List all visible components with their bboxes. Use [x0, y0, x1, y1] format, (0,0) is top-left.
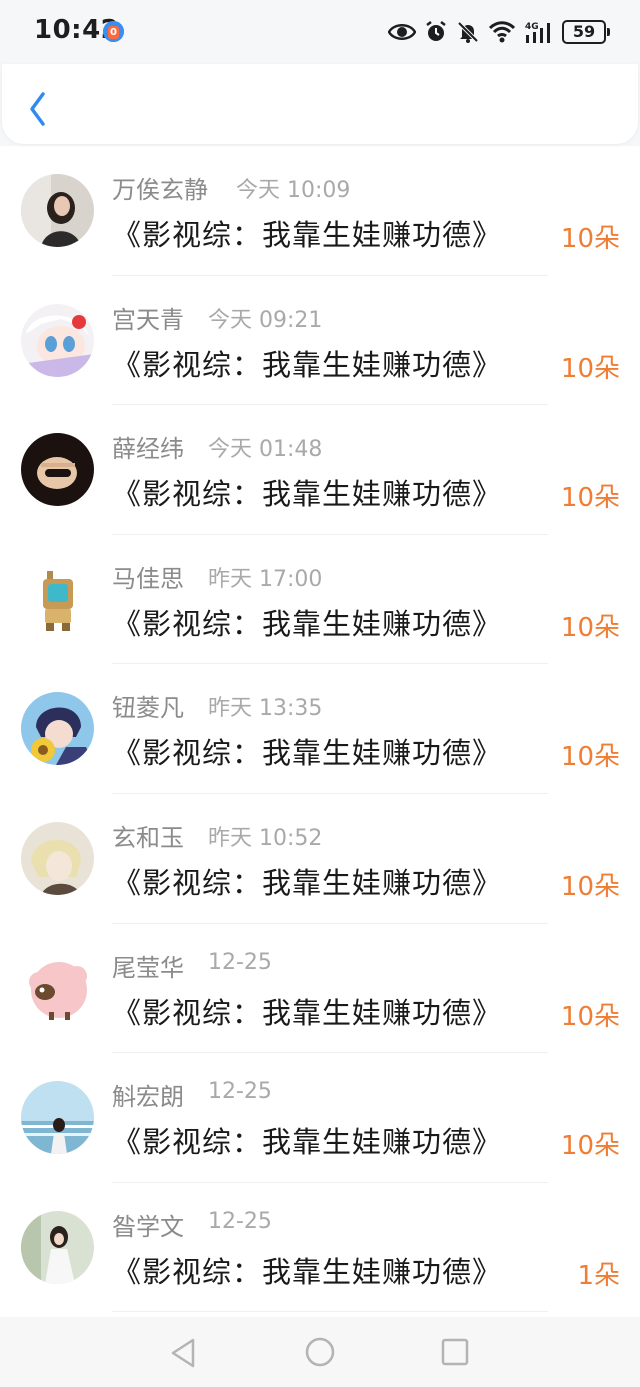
flower-count: 10朵	[560, 1131, 620, 1162]
anime-boy-sunflower-avatar[interactable]	[21, 692, 94, 766]
list-item[interactable]: 斛宏朗 12-25 《影视综：我靠生娃赚功德》 10朵	[0, 1053, 640, 1183]
seaside-girl-avatar[interactable]	[21, 1081, 94, 1155]
gift-record-list: 万俟玄静 今天 10:09 《影视综：我靠生娃赚功德》 10朵 宫天青 今天 0…	[0, 146, 640, 1313]
book-title[interactable]: 《影视综：我靠生娃赚功德》	[112, 990, 502, 1032]
book-title[interactable]: 《影视综：我靠生娃赚功德》	[112, 601, 502, 643]
flower-count: 10朵	[560, 353, 620, 384]
list-item[interactable]: 昝学文 12-25 《影视综：我靠生娃赚功德》 1朵	[0, 1183, 640, 1313]
app-notification-icon: 0	[103, 21, 124, 42]
flower-count: 1朵	[577, 1260, 620, 1291]
user-name[interactable]: 薛经纬	[112, 429, 184, 464]
wifi-icon	[488, 21, 516, 43]
user-name[interactable]: 万俟玄静	[112, 170, 208, 205]
list-item[interactable]: 马佳思 昨天 17:00 《影视综：我靠生娃赚功德》 10朵	[0, 535, 640, 665]
system-nav-bar	[0, 1317, 640, 1387]
gift-time: 12-25	[208, 1079, 272, 1105]
pink-sheep-avatar[interactable]	[21, 951, 94, 1025]
gift-time: 昨天 17:00	[208, 566, 323, 592]
nav-home-icon[interactable]	[304, 1336, 336, 1368]
back-button[interactable]	[22, 89, 54, 129]
gift-time: 昨天 13:35	[208, 696, 323, 722]
nav-recent-icon[interactable]	[441, 1338, 469, 1366]
signal-icon: 4G	[525, 22, 550, 43]
user-name[interactable]: 宫天青	[112, 300, 184, 335]
svg-text:4G: 4G	[525, 22, 539, 32]
user-name[interactable]: 马佳思	[112, 559, 184, 594]
list-item[interactable]: 宫天青 今天 09:21 《影视综：我靠生娃赚功德》 10朵	[0, 276, 640, 406]
flower-count: 10朵	[560, 224, 620, 254]
user-name[interactable]: 斛宏朗	[112, 1077, 184, 1112]
user-name[interactable]: 玄和玉	[112, 818, 184, 853]
gift-time: 12-25	[208, 1208, 272, 1234]
header-card	[2, 64, 638, 144]
mute-bell-icon	[457, 21, 479, 43]
battery-icon: 59	[562, 20, 610, 44]
gift-time: 12-25	[208, 949, 272, 975]
girl-photo-avatar[interactable]	[21, 174, 94, 247]
flower-count: 10朵	[560, 483, 620, 514]
list-item[interactable]: 万俟玄静 今天 10:09 《影视综：我靠生娃赚功德》 10朵	[0, 146, 640, 276]
header	[0, 64, 640, 146]
eye-icon	[388, 24, 416, 40]
status-icons: 4G 59	[388, 18, 610, 46]
user-name[interactable]: 钮菱凡	[112, 688, 184, 723]
gift-time: 今天 10:09	[236, 178, 351, 203]
divider	[112, 1311, 548, 1313]
flower-count: 10朵	[560, 742, 620, 773]
gift-time: 今天 01:48	[208, 437, 323, 463]
white-dress-girl-avatar[interactable]	[21, 1210, 94, 1284]
nav-back-icon[interactable]	[170, 1338, 196, 1368]
list-item[interactable]: 薛经纬 今天 01:48 《影视综：我靠生娃赚功德》 10朵	[0, 405, 640, 535]
flower-count: 10朵	[560, 1001, 620, 1032]
book-title[interactable]: 《影视综：我靠生娃赚功德》	[112, 342, 502, 384]
user-name[interactable]: 尾莹华	[112, 948, 184, 983]
anime-girl-avatar[interactable]	[21, 303, 94, 377]
book-title[interactable]: 《影视综：我靠生娃赚功德》	[112, 212, 502, 254]
list-item[interactable]: 尾莹华 12-25 《影视综：我靠生娃赚功德》 10朵	[0, 924, 640, 1054]
gift-time: 今天 09:21	[208, 307, 323, 333]
fist-photo-avatar[interactable]	[21, 433, 94, 507]
book-title[interactable]: 《影视综：我靠生娃赚功德》	[112, 471, 502, 513]
book-title[interactable]: 《影视综：我靠生娃赚功德》	[112, 1249, 502, 1291]
anime-blonde-avatar[interactable]	[21, 821, 94, 895]
book-title[interactable]: 《影视综：我靠生娃赚功德》	[112, 860, 502, 902]
flower-count: 10朵	[560, 612, 620, 643]
gift-time: 昨天 10:52	[208, 825, 323, 851]
status-bar: 10:42 0 4G 59	[0, 0, 640, 64]
flower-count: 10朵	[560, 871, 620, 902]
list-item[interactable]: 钮菱凡 昨天 13:35 《影视综：我靠生娃赚功德》 10朵	[0, 664, 640, 794]
book-title[interactable]: 《影视综：我靠生娃赚功德》	[112, 1119, 502, 1161]
robot-avatar[interactable]	[21, 562, 94, 636]
alarm-icon	[426, 21, 446, 41]
user-name[interactable]: 昝学文	[112, 1207, 184, 1242]
list-item[interactable]: 玄和玉 昨天 10:52 《影视综：我靠生娃赚功德》 10朵	[0, 794, 640, 924]
book-title[interactable]: 《影视综：我靠生娃赚功德》	[112, 730, 502, 772]
